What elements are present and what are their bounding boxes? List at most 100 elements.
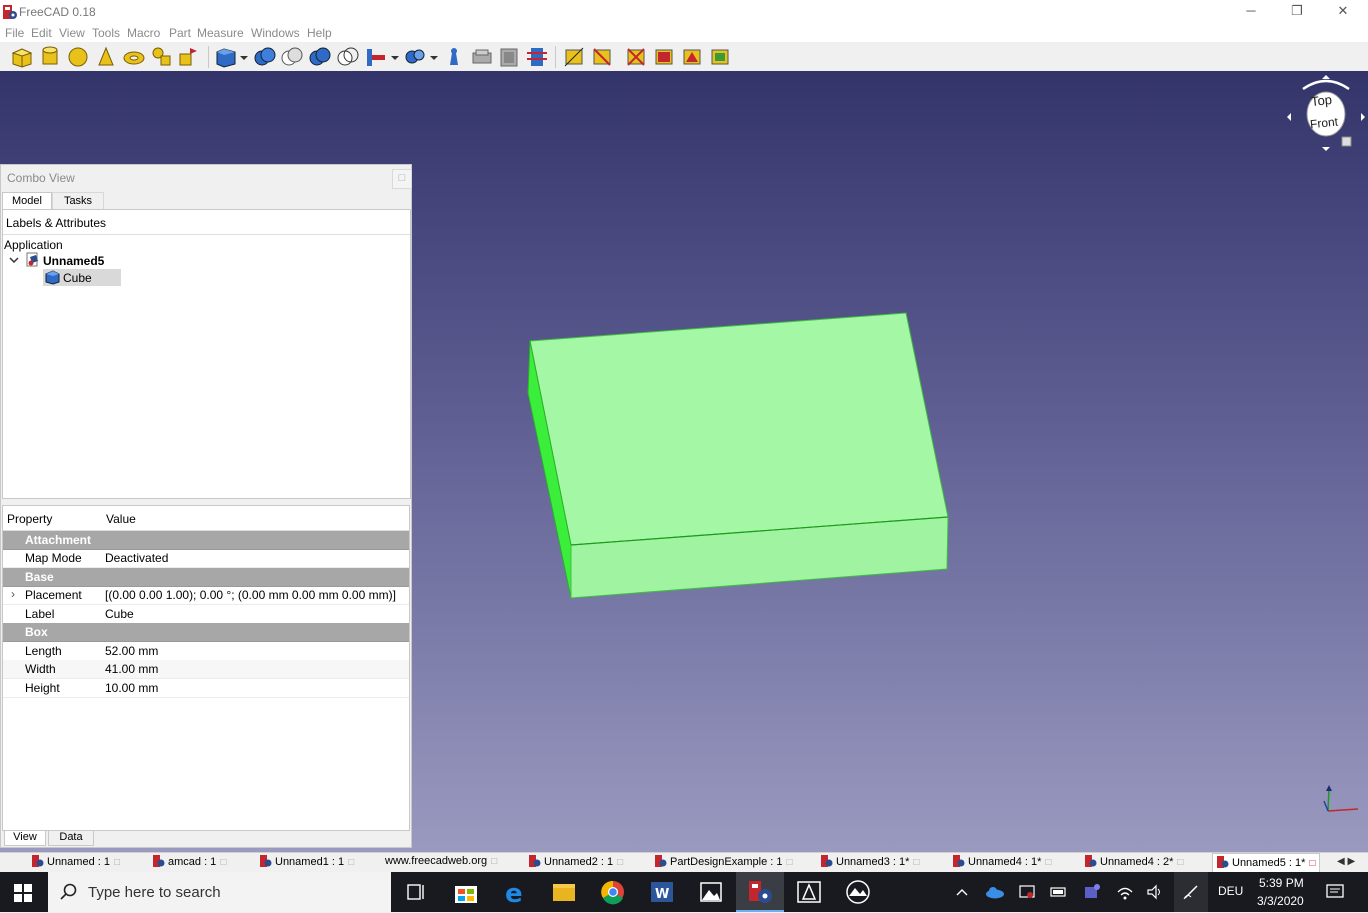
chevron-right-icon[interactable]: ›	[11, 587, 15, 601]
doc-tab[interactable]: www.freecadweb.org □	[385, 855, 497, 872]
doc-tab[interactable]: Unnamed2 : 1 □	[529, 855, 623, 872]
navcube-top-label[interactable]: Top	[1310, 92, 1332, 109]
group-base[interactable]: Base	[3, 568, 409, 587]
menu-measure[interactable]: Measure	[197, 26, 244, 40]
property-value[interactable]: 41.00 mm	[105, 662, 158, 676]
sketch-icon[interactable]	[834, 872, 882, 912]
volume-icon[interactable]	[1146, 884, 1164, 900]
clock-time[interactable]: 5:39 PM	[1259, 876, 1304, 890]
store-icon[interactable]	[442, 872, 490, 912]
navcube-front-label[interactable]: Front	[1309, 115, 1338, 132]
autocad-icon[interactable]	[785, 872, 833, 912]
chrome-icon[interactable]	[589, 872, 637, 912]
measure-clear-icon[interactable]	[652, 45, 676, 69]
part-fuse-icon[interactable]	[308, 45, 332, 69]
menu-tools[interactable]: Tools	[92, 26, 120, 40]
task-view-icon[interactable]	[392, 872, 440, 912]
part-shape-builder-icon[interactable]	[176, 45, 200, 69]
security-icon[interactable]	[1018, 884, 1036, 900]
clock-date[interactable]: 3/3/2020	[1257, 894, 1304, 908]
taskbar-search-box[interactable]: Type here to search	[48, 872, 391, 912]
word-icon[interactable]: W	[638, 872, 686, 912]
group-box[interactable]: Box	[3, 623, 409, 642]
property-row-width[interactable]: Width 41.00 mm	[3, 660, 409, 679]
menu-part[interactable]: Part	[169, 26, 191, 40]
action-center-icon[interactable]	[1326, 883, 1344, 901]
onedrive-icon[interactable]	[985, 885, 1005, 899]
freecad-taskbar-button[interactable]	[736, 872, 784, 912]
measure-refresh-icon[interactable]	[624, 45, 648, 69]
minimize-button[interactable]: ─	[1228, 0, 1274, 24]
property-value[interactable]: Deactivated	[105, 551, 168, 565]
tab-tasks[interactable]: Tasks	[52, 192, 104, 210]
tree-item-cube[interactable]: Cube	[43, 269, 121, 286]
part-join-icon[interactable]	[364, 45, 388, 69]
measure-angular-icon[interactable]	[590, 45, 614, 69]
part-primitives-icon[interactable]	[150, 45, 174, 69]
menu-help[interactable]: Help	[307, 26, 332, 40]
tree-item-document[interactable]: Unnamed5	[43, 254, 104, 268]
doc-tab[interactable]: Unnamed4 : 1* □	[953, 855, 1051, 872]
part-cut-icon[interactable]	[280, 45, 304, 69]
menu-macro[interactable]: Macro	[127, 26, 160, 40]
menu-file[interactable]: File	[5, 26, 24, 40]
chevron-down-icon[interactable]	[238, 45, 250, 69]
property-value[interactable]: Cube	[105, 607, 134, 621]
property-value[interactable]: [(0.00 0.00 1.00); 0.00 °; (0.00 mm 0.00…	[105, 588, 396, 602]
property-value[interactable]: 10.00 mm	[105, 681, 158, 695]
chevron-down-icon[interactable]	[8, 254, 20, 266]
property-row-label[interactable]: Label Cube	[3, 605, 409, 624]
close-tab-icon: □	[786, 857, 793, 868]
close-button[interactable]: ✕	[1320, 0, 1366, 24]
part-section-icon[interactable]	[525, 45, 549, 69]
language-indicator[interactable]: DEU	[1218, 884, 1243, 898]
windows-start-icon[interactable]	[14, 884, 32, 902]
chevron-down-icon[interactable]	[389, 45, 401, 69]
measure-linear-icon[interactable]	[562, 45, 586, 69]
doc-tab[interactable]: amcad : 1 □	[153, 855, 226, 872]
property-row-height[interactable]: Height 10.00 mm	[3, 679, 409, 698]
property-row-placement[interactable]: › Placement [(0.00 0.00 1.00); 0.00 °; (0…	[3, 586, 409, 605]
pen-workspace-button[interactable]	[1174, 872, 1208, 912]
part-cone-icon[interactable]	[94, 45, 118, 69]
part-torus-icon[interactable]	[122, 45, 146, 69]
file-explorer-icon[interactable]	[540, 872, 588, 912]
part-boolean-icon[interactable]	[253, 45, 277, 69]
combo-view-float-button[interactable]: □	[392, 169, 412, 189]
teams-icon[interactable]	[1083, 883, 1101, 901]
chevron-down-icon[interactable]	[428, 45, 440, 69]
part-cylinder-icon[interactable]	[38, 45, 62, 69]
part-box-icon[interactable]	[10, 45, 34, 69]
property-row-length[interactable]: Length 52.00 mm	[3, 642, 409, 661]
part-mirror-icon[interactable]	[497, 45, 521, 69]
show-hidden-icons-icon[interactable]	[955, 885, 969, 899]
doc-tab[interactable]: Unnamed3 : 1* □	[821, 855, 919, 872]
property-value[interactable]: 52.00 mm	[105, 644, 158, 658]
wifi-icon[interactable]	[1116, 883, 1134, 901]
photos-icon[interactable]	[687, 872, 735, 912]
property-row-map-mode[interactable]: Map Mode Deactivated	[3, 549, 409, 568]
doc-tab[interactable]: Unnamed4 : 2* □	[1085, 855, 1183, 872]
edge-icon[interactable]: e	[491, 872, 539, 912]
part-split-icon[interactable]	[403, 45, 427, 69]
part-extrude-icon[interactable]	[214, 45, 238, 69]
part-revolve-icon[interactable]	[470, 45, 494, 69]
menu-view[interactable]: View	[59, 26, 85, 40]
part-sphere-icon[interactable]	[66, 45, 90, 69]
doc-tab[interactable]: PartDesignExample : 1 □	[655, 855, 793, 872]
tab-view[interactable]: View	[4, 831, 46, 846]
tab-model[interactable]: Model	[2, 192, 52, 210]
group-attachment[interactable]: Attachment	[3, 531, 409, 550]
menu-windows[interactable]: Windows	[251, 26, 300, 40]
restore-button[interactable]: ❐	[1274, 0, 1320, 24]
part-common-icon[interactable]	[336, 45, 360, 69]
menu-edit[interactable]: Edit	[31, 26, 52, 40]
tab-data[interactable]: Data	[48, 831, 94, 846]
tab-scroll-arrows-icon[interactable]: ◀ ▶	[1337, 856, 1355, 867]
doc-tab[interactable]: Unnamed1 : 1 □	[260, 855, 354, 872]
part-extrude-up-icon[interactable]	[442, 45, 466, 69]
measure-toggle-delta-icon[interactable]	[708, 45, 732, 69]
doc-tab[interactable]: Unnamed : 1 □	[32, 855, 120, 872]
measure-toggle-3d-icon[interactable]	[680, 45, 704, 69]
battery-icon[interactable]	[1050, 885, 1068, 899]
